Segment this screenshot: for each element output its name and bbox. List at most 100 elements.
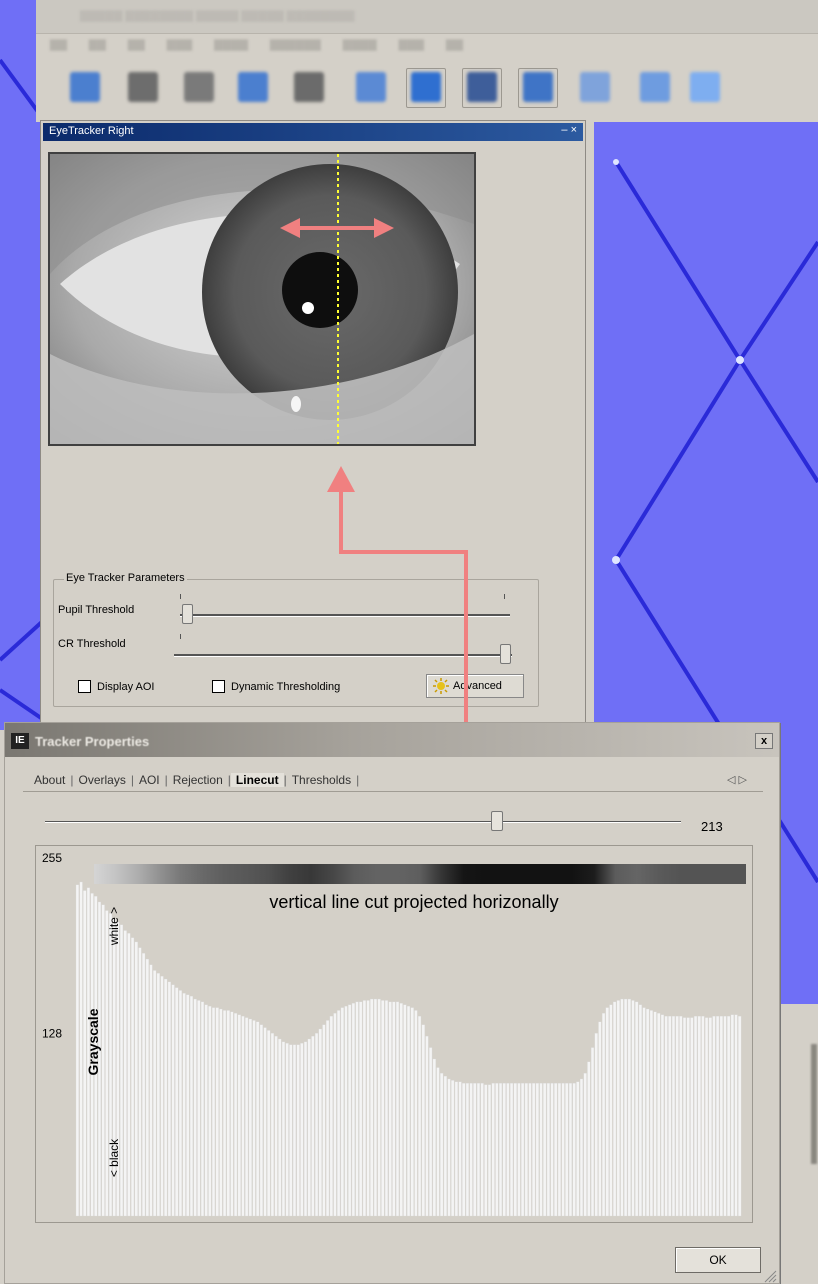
linecut-bar [671,1016,676,1217]
linecut-bar [211,1007,216,1217]
toolbar-button-5[interactable] [294,72,324,102]
resize-grip-icon[interactable] [763,1269,777,1283]
toolbar-button-12[interactable] [690,72,720,102]
linecut-bar [337,1010,341,1217]
pupil-threshold-track[interactable] [180,614,510,617]
tab-linecut[interactable]: Linecut [230,773,284,787]
linecut-bar [377,998,381,1217]
linecut-bar [653,1011,657,1217]
linecut-bar [598,1021,602,1217]
tab-overlays[interactable]: Overlays [73,773,130,787]
linecut-bar [429,1047,433,1217]
toolbar-button-4[interactable] [238,72,268,102]
display-aoi-checkbox[interactable]: Display AOI [78,680,154,693]
linecut-bar [160,976,164,1217]
eyetracker-title-bar[interactable]: EyeTracker Right – × [43,123,583,141]
linecut-bar [712,1016,716,1217]
linecut-bar [407,1006,411,1217]
linecut-bar [539,1083,543,1217]
linecut-bar [495,1083,499,1217]
advanced-button-label: Advanced [453,680,502,692]
linecut-bar [248,1018,252,1217]
linecut-bar [366,1000,370,1217]
host-right-panel [780,1004,818,1284]
linecut-position-slider[interactable] [490,811,503,831]
linecut-bar [153,970,157,1217]
close-button[interactable]: x [755,733,773,749]
tab-strip-divider [23,791,763,792]
linecut-bar [627,998,631,1217]
linecut-bar [620,998,624,1217]
linecut-bar [484,1084,488,1217]
toolbar-button-1[interactable] [70,72,100,102]
toolbar-button-10[interactable] [580,72,610,102]
linecut-bar [329,1016,333,1217]
linecut-bar [156,973,160,1217]
tracker-properties-title-bar[interactable]: IE Tracker Properties x [5,723,779,757]
advanced-button[interactable]: Advanced [426,674,524,698]
linecut-bar [75,884,79,1217]
y-tick-128: 128 [42,1026,62,1040]
linecut-bar [223,1010,227,1217]
display-aoi-checkbox-box[interactable] [78,680,91,693]
linecut-bar [686,1017,690,1217]
tab-aoi[interactable]: AOI [134,773,165,787]
cr-threshold-track[interactable] [174,654,512,657]
linecut-bar [237,1014,241,1217]
toolbar-button-7[interactable] [411,72,441,102]
linecut-bar [359,1001,363,1217]
cr-threshold-min-tick [180,634,181,639]
linecut-bar [664,1016,668,1217]
ok-button[interactable]: OK [675,1247,761,1273]
pupil-threshold-slider[interactable] [181,604,193,624]
tab-about[interactable]: About [29,773,70,787]
toolbar-button-6[interactable] [356,72,386,102]
tracker-properties-title: Tracker Properties [35,734,150,749]
tab-separator: | [356,773,360,787]
cr-threshold-slider[interactable] [500,644,512,664]
eyetracker-window-controls[interactable]: – × [561,124,577,136]
linecut-bar [668,1016,672,1217]
linecut-bar [487,1084,492,1217]
dynamic-thresholding-checkbox-box[interactable] [212,680,225,693]
linecut-position-track[interactable] [45,821,681,823]
linecut-bar [638,1004,642,1217]
linecut-bar [642,1007,646,1217]
linecut-bar [421,1024,425,1217]
tab-scroll-arrows-icon[interactable]: ◁ ▷ [727,773,747,786]
toolbar-button-3[interactable] [184,72,214,102]
pupil-threshold-min-tick [180,594,181,599]
toolbar-button-9[interactable] [523,72,553,102]
linecut-bar [510,1083,514,1217]
linecut-bar [344,1006,348,1217]
linecut-annotation: vertical line cut projected horizonally [269,892,558,912]
linecut-bar [602,1013,606,1217]
linecut-bar [281,1041,285,1217]
app-logo-icon: IE [11,733,29,749]
linecut-bar [178,990,182,1217]
toolbar-button-8[interactable] [467,72,497,102]
toolbar-button-2[interactable] [128,72,158,102]
linecut-bar [230,1011,234,1217]
linecut-bar [384,1000,389,1217]
linecut-bar [395,1001,400,1217]
linecut-bar [138,947,142,1217]
linecut-bar [454,1081,458,1217]
linecut-bar [568,1083,572,1217]
linecut-bar [370,998,374,1217]
linecut-bar [579,1078,584,1217]
linecut-bar [392,1001,396,1217]
linecut-bar [326,1020,330,1217]
linecut-bar [451,1080,455,1217]
linecut-bar [123,930,127,1217]
linecut-bar [322,1024,326,1217]
tab-rejection[interactable]: Rejection [168,773,228,787]
toolbar-button-11[interactable] [640,72,670,102]
linecut-bar [226,1010,230,1217]
linecut-plot: 255 128 vertical line cut projected horizo… [35,845,753,1223]
pupil-threshold-max-tick [504,594,505,599]
linecut-bar [590,1047,595,1217]
y-axis-white-label: white > [107,907,121,946]
tab-thresholds[interactable]: Thresholds [287,773,356,787]
dynamic-thresholding-checkbox[interactable]: Dynamic Thresholding [212,680,340,693]
